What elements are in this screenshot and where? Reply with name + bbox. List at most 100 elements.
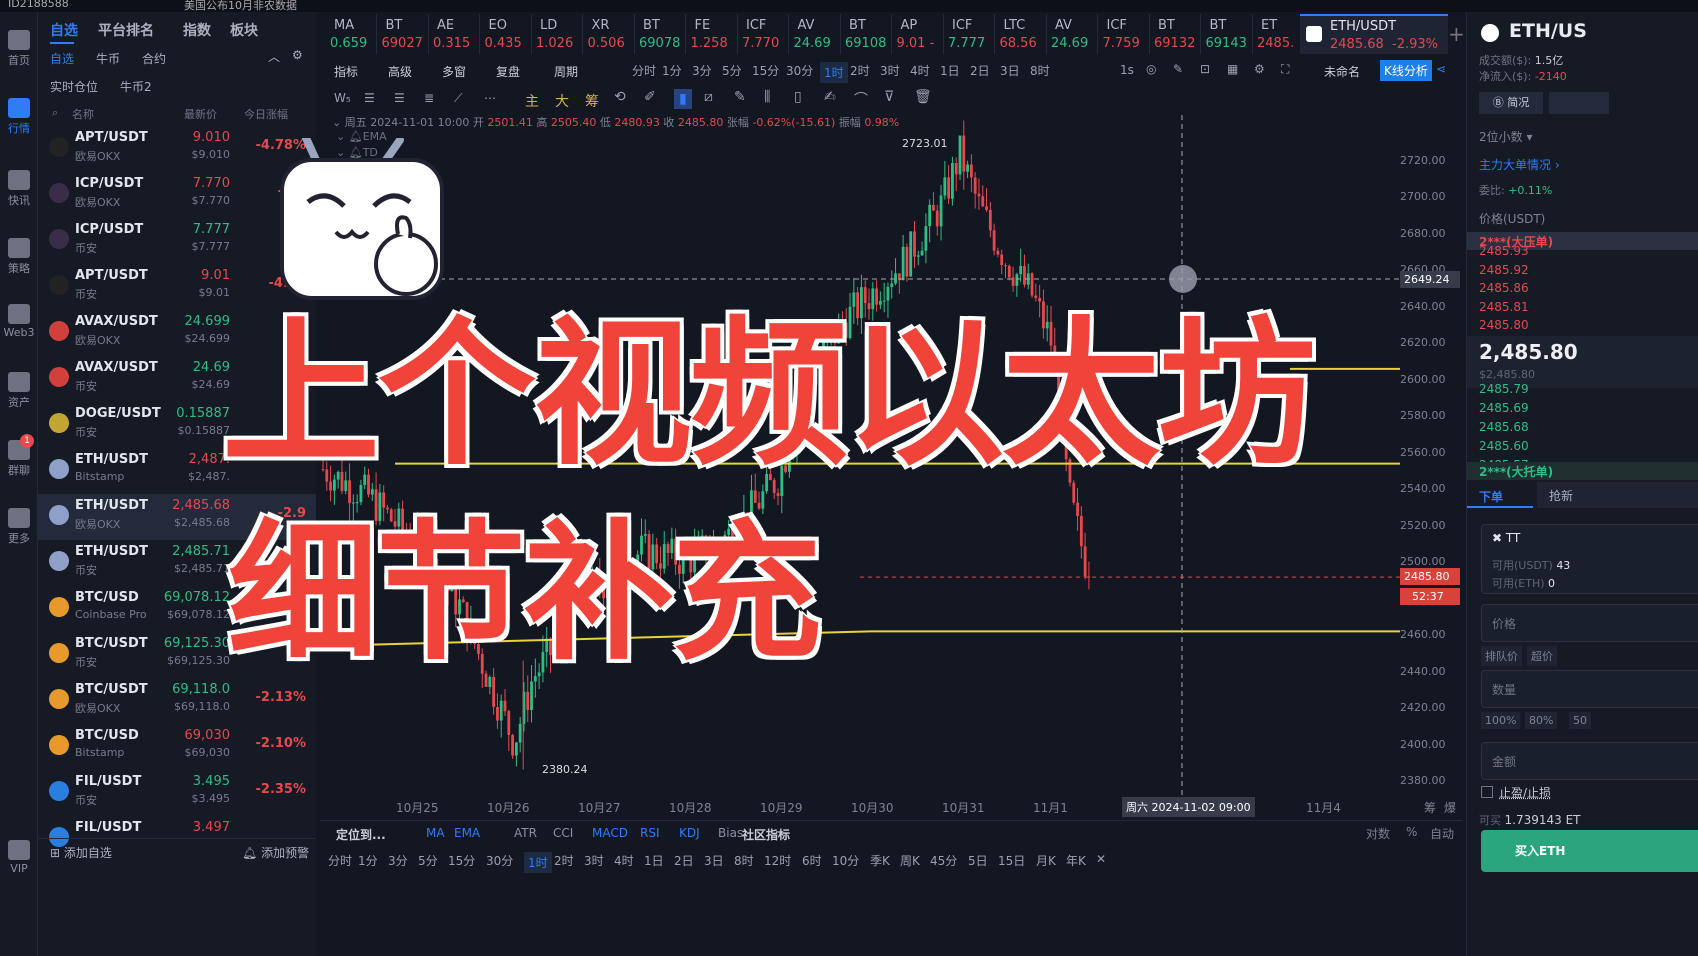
percent-scale-toggle[interactable]: % — [1406, 825, 1417, 839]
bottom-period-9[interactable]: 4时 — [614, 852, 634, 869]
bottom-period-13[interactable]: 8时 — [734, 852, 754, 869]
group-positions[interactable]: 实时仓位 — [50, 78, 98, 95]
watchlist-row[interactable]: ETH/USDT Bitstamp 2,487. $2,487. — [38, 448, 316, 494]
account-box[interactable]: ✖ TT 可用(USDT) 43 可用(ETH) 0 — [1481, 524, 1698, 594]
bottom-period-7[interactable]: 2时 — [554, 852, 574, 869]
nav-item-0[interactable]: 首页 — [0, 30, 38, 68]
bottom-period-14[interactable]: 12时 — [764, 852, 791, 869]
indicator-cci[interactable]: CCI — [553, 826, 573, 840]
bid-price[interactable]: 2485.69 — [1479, 401, 1529, 415]
percent-button[interactable]: 80% — [1525, 712, 1557, 729]
amount-input[interactable]: 金额 — [1481, 742, 1698, 780]
trend-line[interactable] — [320, 631, 870, 646]
bottom-period-5[interactable]: 30分 — [486, 852, 513, 869]
watchlist-row[interactable]: DOGE/USDT 币安 0.15887 $0.15887 -4. — [38, 402, 316, 448]
indicator-rsi[interactable]: RSI — [640, 826, 660, 840]
watchlist-row[interactable]: BTC/USDT 币安 69,125.30 $69,125.30 — [38, 632, 316, 678]
log-scale-toggle[interactable]: 对数 — [1366, 825, 1390, 842]
add-alert-button[interactable]: 🔔︎ 添加预警 — [242, 844, 309, 861]
bottom-period-6[interactable]: 1时 — [524, 852, 552, 873]
bottom-period-2[interactable]: 3分 — [388, 852, 408, 869]
header-name[interactable]: 名称 — [72, 106, 94, 122]
nav-item-7[interactable]: 更多 — [0, 508, 38, 546]
nav-item-1[interactable]: 行情 — [0, 98, 38, 136]
watchlist-row[interactable]: ICP/USDT 欧易OKX 7.770 $7.770 -3.2 — [38, 172, 316, 218]
tab-sector[interactable]: 板块 — [230, 20, 258, 40]
percent-button[interactable]: 50 — [1569, 712, 1591, 729]
indicator-kdj[interactable]: KDJ — [679, 826, 700, 840]
ask-price[interactable]: 2485.93 — [1479, 244, 1529, 258]
nav-item-5[interactable]: 资产 — [0, 372, 38, 410]
bottom-period-11[interactable]: 2日 — [674, 852, 694, 869]
bottom-period-15[interactable]: 6时 — [802, 852, 822, 869]
liquidation-toggle[interactable]: 爆 — [1444, 799, 1456, 816]
bottom-period-3[interactable]: 5分 — [418, 852, 438, 869]
tpsl-label[interactable]: 止盈/止损 — [1499, 784, 1551, 801]
queue-price-button[interactable]: 排队价 — [1481, 646, 1522, 666]
bottom-period-12[interactable]: 3日 — [704, 852, 724, 869]
tab-place-order[interactable]: 下单 — [1479, 488, 1503, 505]
watchlist-row[interactable]: FIL/USDT 币安 3.495 $3.495 -2.35% — [38, 770, 316, 816]
ask-price[interactable]: 2485.92 — [1479, 263, 1529, 277]
subtab-watch[interactable]: 自选 — [50, 50, 74, 67]
nav-item-3[interactable]: 策略 — [0, 238, 38, 276]
indicator-ema[interactable]: EMA — [454, 826, 480, 840]
tab-new-listing[interactable]: 抢新 — [1537, 482, 1698, 508]
search-icon[interactable]: ⌕ — [52, 106, 58, 120]
watchlist-row[interactable]: ETH/USDT 欧易OKX 2,485.68 $2,485.68 -2.9 — [38, 494, 316, 540]
watchlist-row[interactable]: APT/USDT 欧易OKX 9.010 $9.010 -4.78% — [38, 126, 316, 172]
bottom-period-10[interactable]: 1日 — [644, 852, 664, 869]
collapse-icon[interactable]: ︿ — [268, 48, 280, 65]
nav-item-4[interactable]: Web3 — [0, 304, 38, 339]
locate-button[interactable]: 定位到... — [336, 826, 386, 843]
indicator-ma[interactable]: MA — [426, 826, 445, 840]
subtab-bull[interactable]: 牛币 — [96, 50, 120, 67]
decimals-select[interactable]: 2位小数 ▾ — [1479, 128, 1532, 145]
bottom-period-16[interactable]: 10分 — [832, 852, 859, 869]
bottom-period-23[interactable]: 年K — [1066, 852, 1086, 869]
tab-platform-rank[interactable]: 平台排名 — [98, 20, 154, 40]
watchlist-row[interactable]: BTC/USD Coinbase Pro 69,078.12 $69,078.12 — [38, 586, 316, 632]
tab-index[interactable]: 指数 — [183, 20, 211, 40]
bid-price[interactable]: 2485.60 — [1479, 439, 1529, 453]
bottom-period-0[interactable]: 分时 — [328, 852, 352, 869]
second-tab[interactable] — [1549, 92, 1609, 114]
watchlist-row[interactable]: BTC/USDT 欧易OKX 69,118.0 $69,118.0 -2.13% — [38, 678, 316, 724]
watchlist-row[interactable]: ICP/USDT 币安 7.777 $7.777 -3. — [38, 218, 316, 264]
header-price[interactable]: 最新价 — [184, 106, 217, 122]
bottom-period-17[interactable]: 季K — [870, 852, 890, 869]
community-indicators-button[interactable]: 社区指标 — [742, 826, 790, 843]
watchlist-row[interactable]: BTC/USD Bitstamp 69,030 $69,030 -2.10% — [38, 724, 316, 770]
watchlist-row[interactable]: AVAX/USDT 币安 24.69 $24.69 -2. — [38, 356, 316, 402]
bottom-period-20[interactable]: 5日 — [968, 852, 988, 869]
overview-tab[interactable]: Ⓑ 简况 — [1479, 92, 1543, 114]
bottom-period-21[interactable]: 15日 — [998, 852, 1025, 869]
percent-button[interactable]: 100% — [1481, 712, 1520, 729]
bottom-period-1[interactable]: 1分 — [358, 852, 378, 869]
big-orders-link[interactable]: 主力大单情况 › — [1479, 156, 1560, 173]
indicator-macd[interactable]: MACD — [592, 826, 628, 840]
nav-item-8[interactable]: VIP — [0, 840, 38, 875]
close-periods-icon[interactable]: ✕ — [1096, 852, 1106, 866]
ask-price[interactable]: 2485.80 — [1479, 318, 1529, 332]
watchlist-row[interactable]: APT/USDT 币安 9.01 $9.01 -4.76 — [38, 264, 316, 310]
bottom-period-22[interactable]: 月K — [1036, 852, 1056, 869]
bottom-period-18[interactable]: 周K — [900, 852, 920, 869]
bottom-period-4[interactable]: 15分 — [448, 852, 475, 869]
price-input[interactable]: 价格 — [1481, 604, 1698, 642]
nav-item-6[interactable]: 群聊 1 — [0, 440, 38, 478]
over-price-button[interactable]: 超价 — [1527, 646, 1557, 666]
bottom-period-19[interactable]: 45分 — [930, 852, 957, 869]
group-bull2[interactable]: 牛币2 — [120, 78, 152, 95]
ask-price[interactable]: 2485.81 — [1479, 300, 1529, 314]
settings-icon[interactable]: ⚙ — [292, 48, 303, 62]
chip-toggle[interactable]: 筹 — [1424, 799, 1436, 816]
add-watchlist-button[interactable]: ⊞ 添加自选 — [50, 844, 112, 861]
auto-scale-toggle[interactable]: 自动 — [1430, 825, 1454, 842]
indicator-bias[interactable]: Bias — [718, 826, 743, 840]
header-change[interactable]: 今日涨幅 — [244, 106, 288, 122]
bid-price[interactable]: 2485.68 — [1479, 420, 1529, 434]
tpsl-checkbox[interactable] — [1481, 786, 1493, 798]
subtab-contract[interactable]: 合约 — [142, 50, 166, 67]
bid-price[interactable]: 2485.79 — [1479, 382, 1529, 396]
